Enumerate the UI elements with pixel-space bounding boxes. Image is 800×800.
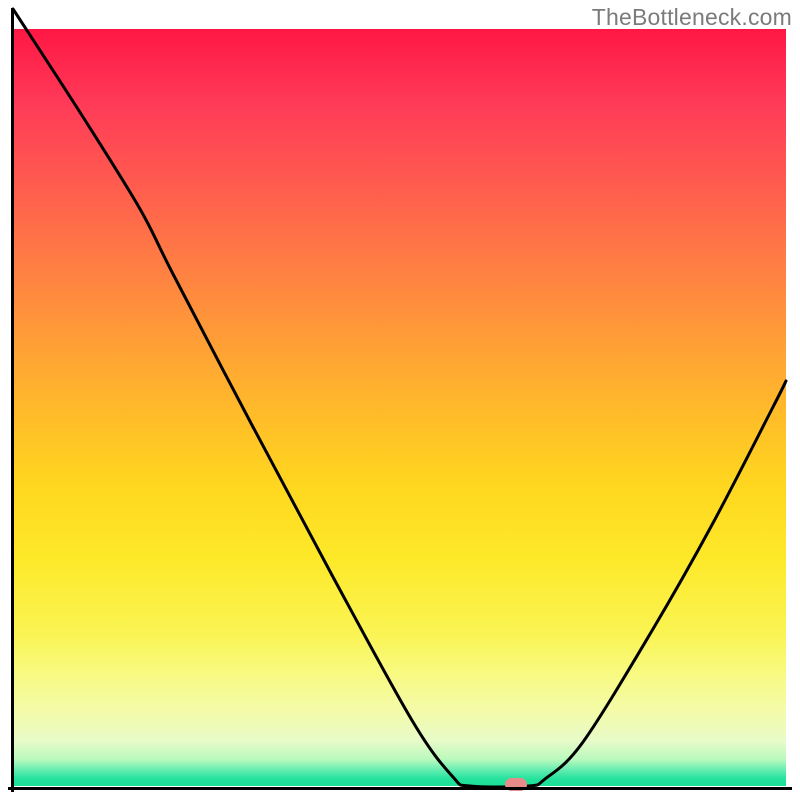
curve-svg <box>13 29 786 786</box>
x-axis <box>8 787 792 790</box>
bottleneck-curve-path <box>13 9 786 787</box>
bottleneck-chart: TheBottleneck.com <box>0 0 800 800</box>
y-axis <box>11 8 14 792</box>
watermark-text: TheBottleneck.com <box>592 4 792 31</box>
